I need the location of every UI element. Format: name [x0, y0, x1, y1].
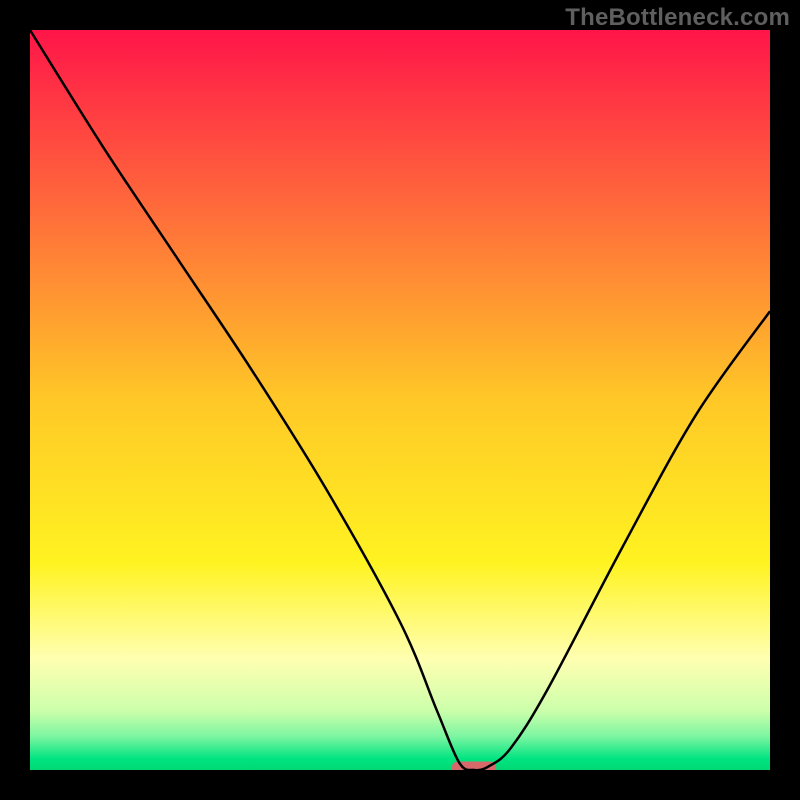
plot-area: [30, 30, 770, 770]
chart-container: TheBottleneck.com: [0, 0, 800, 800]
bottleneck-chart: [30, 30, 770, 770]
watermark-text: TheBottleneck.com: [565, 4, 790, 32]
gradient-background: [30, 30, 770, 770]
